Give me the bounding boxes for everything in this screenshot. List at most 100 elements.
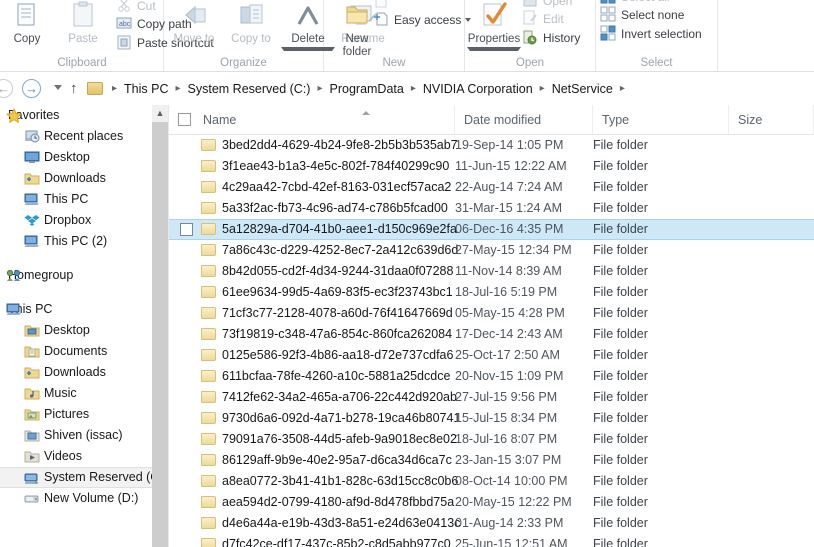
- cell-type: File folder: [593, 180, 648, 194]
- navigation-pane-scrollbar[interactable]: ▲: [152, 105, 168, 547]
- cell-name: 5a12829a-d704-41b0-aee1-d150c969e2fa: [222, 222, 457, 236]
- column-header-date-modified[interactable]: Date modified: [455, 105, 593, 134]
- breadcrumb-item-this-pc[interactable]: This PC: [122, 82, 170, 96]
- copy-to-button[interactable]: Copy to: [224, 1, 278, 46]
- cell-date-modified: 06-Dec-16 4:35 PM: [455, 222, 564, 236]
- sidebar-item-pictures[interactable]: Pictures: [0, 404, 152, 425]
- sidebar-item-videos[interactable]: Videos: [0, 446, 152, 467]
- breadcrumb-separator[interactable]: ▸: [170, 83, 185, 94]
- table-row[interactable]: 73f19819-c348-47a6-854c-860fca262084 17-D…: [169, 324, 814, 345]
- breadcrumb-item-netservice[interactable]: NetService: [550, 82, 615, 96]
- up-button[interactable]: ↑: [70, 81, 78, 96]
- scroll-up-arrow-icon[interactable]: ▲: [152, 105, 168, 122]
- sidebar-item-label: Downloads: [44, 171, 106, 185]
- breadcrumb-separator[interactable]: ▸: [312, 83, 327, 94]
- sidebar-item-system-reserved-c[interactable]: System Reserved (C:): [0, 467, 152, 488]
- breadcrumb-separator[interactable]: ▸: [535, 83, 550, 94]
- breadcrumb-item-nvidia-corporation[interactable]: NVIDIA Corporation: [421, 82, 535, 96]
- table-row[interactable]: 611bcfaa-78fe-4260-a10c-5881a25dcdce 20-N…: [169, 366, 814, 387]
- breadcrumb-item-programdata[interactable]: ProgramData: [328, 82, 406, 96]
- table-row[interactable]: 4c29aa42-7cbd-42ef-8163-031ecf57aca2 22-A…: [169, 177, 814, 198]
- table-row[interactable]: 3bed2dd4-4629-4b24-9fe8-2b5b3b535ab7 19-S…: [169, 135, 814, 156]
- cell-name: 3f1eae43-b1a3-4e5c-802f-784f40299c90: [222, 159, 450, 173]
- sidebar-item-shiven-issac[interactable]: Shiven (issac): [0, 425, 152, 446]
- invert-selection-button[interactable]: Invert selection: [600, 24, 702, 44]
- move-to-button[interactable]: Move to: [167, 1, 221, 46]
- folder-icon: [201, 307, 216, 319]
- properties-label: Properties: [467, 33, 521, 45]
- table-row[interactable]: 61ee9634-99d5-4a69-83f5-ec3f23743bc1 18-J…: [169, 282, 814, 303]
- properties-caret-icon[interactable]: [467, 47, 521, 51]
- cell-name: d4e6a44a-e19b-43d3-8a51-e24d63e0413c: [222, 516, 461, 530]
- breadcrumb[interactable]: ▸ This PC ▸ System Reserved (C:) ▸ Progr…: [86, 76, 806, 101]
- paste-label: Paste: [68, 33, 98, 45]
- select-none-button[interactable]: Select none: [600, 5, 684, 25]
- sidebar-item-label: Downloads: [44, 365, 106, 379]
- properties-button[interactable]: Properties: [467, 1, 521, 51]
- table-row[interactable]: 5a33f2ac-fb73-4c96-ad74-c786b5fcad00 31-M…: [169, 198, 814, 219]
- back-button[interactable]: ←: [0, 79, 13, 98]
- copy-to-icon: [224, 1, 278, 31]
- paste-button[interactable]: Paste: [56, 1, 110, 46]
- breadcrumb-separator[interactable]: ▸: [406, 83, 421, 94]
- nav-section-homegroup[interactable]: Homegroup: [0, 265, 152, 286]
- sidebar-item-desktop[interactable]: Desktop: [0, 320, 152, 341]
- history-button[interactable]: History: [522, 28, 580, 48]
- column-header-type-label: Type: [602, 113, 630, 127]
- table-row[interactable]: 5a12829a-d704-41b0-aee1-d150c969e2fa 06-D…: [169, 219, 814, 240]
- table-row[interactable]: d7fc42ce-df17-437c-85b2-c8d5abb977c0 25-J…: [169, 534, 814, 547]
- table-row[interactable]: aea594d2-0799-4180-af9d-8d478fbbd75a 20-M…: [169, 492, 814, 513]
- table-row[interactable]: 79091a76-3508-44d5-afeb-9a9018ec8e02 18-J…: [169, 429, 814, 450]
- row-checkbox[interactable]: [180, 223, 193, 236]
- sidebar-item-desktop[interactable]: Desktop: [0, 147, 152, 168]
- nav-section-favorites[interactable]: Favorites: [0, 105, 152, 126]
- recent-locations-chevron-down-icon[interactable]: [54, 85, 62, 90]
- folder-icon: [201, 265, 216, 277]
- sidebar-item-recent-places[interactable]: Recent places: [0, 126, 152, 147]
- scrollbar-thumb[interactable]: [152, 122, 168, 547]
- table-row[interactable]: 7a86c43c-d229-4252-8ec7-2a412c639d6d 27-M…: [169, 240, 814, 261]
- cell-date-modified: 11-Nov-14 8:39 AM: [455, 264, 562, 278]
- table-row[interactable]: 86129aff-9b9e-40e2-95a7-d6ca34d6ca7c 23-J…: [169, 450, 814, 471]
- breadcrumb-separator[interactable]: ▸: [615, 83, 630, 94]
- table-row[interactable]: 7412fe62-34a2-465a-a706-22c442d920ab 27-J…: [169, 387, 814, 408]
- select-none-icon: [600, 6, 616, 22]
- sidebar-item-this-pc[interactable]: This PC: [0, 189, 152, 210]
- ribbon-group-open: Properties Open Edit History Open: [465, 0, 596, 71]
- sidebar-item-new-volume-d[interactable]: New Volume (D:): [0, 488, 152, 509]
- cell-date-modified: 19-Sep-14 1:05 PM: [455, 138, 564, 152]
- table-row[interactable]: 3f1eae43-b1a3-4e5c-802f-784f40299c90 11-J…: [169, 156, 814, 177]
- table-row[interactable]: a8ea0772-3b41-41b1-828c-63d15cc8c0b6 08-O…: [169, 471, 814, 492]
- folder-icon: [201, 349, 216, 361]
- sidebar-item-music[interactable]: Music: [0, 383, 152, 404]
- file-list-pane: Name Date modified Type Size 3bed2dd4-46…: [169, 105, 814, 547]
- sidebar-item-downloads[interactable]: Downloads: [0, 168, 152, 189]
- table-row[interactable]: 8b42d055-cd2f-4d34-9244-31daa0f07288 11-N…: [169, 261, 814, 282]
- desktop-icon: [24, 150, 40, 165]
- table-row[interactable]: 0125e586-92f3-4b86-aa18-d72e737cdfa6 25-O…: [169, 345, 814, 366]
- table-row[interactable]: 71cf3c77-2128-4078-a60d-76f41647669d 05-M…: [169, 303, 814, 324]
- column-header-type[interactable]: Type: [593, 105, 729, 134]
- edit-button[interactable]: Edit: [522, 9, 564, 29]
- cell-type: File folder: [593, 369, 648, 383]
- column-header-size[interactable]: Size: [729, 105, 814, 134]
- sidebar-item-documents[interactable]: Documents: [0, 341, 152, 362]
- sidebar-item-dropbox[interactable]: Dropbox: [0, 210, 152, 231]
- cell-date-modified: 25-Oct-17 2:50 AM: [455, 348, 560, 362]
- forward-button[interactable]: →: [22, 79, 41, 98]
- table-row[interactable]: 9730d6a6-092d-4a71-b278-19ca46b80741 15-J…: [169, 408, 814, 429]
- nav-section-this-pc[interactable]: This PC: [0, 299, 152, 320]
- folder-icon: [201, 391, 216, 403]
- sidebar-item-this-pc-2[interactable]: This PC (2): [0, 231, 152, 252]
- easy-access-button[interactable]: Easy access: [373, 10, 472, 30]
- column-headers: Name Date modified Type Size: [169, 105, 814, 135]
- cell-type: File folder: [593, 138, 648, 152]
- column-header-name[interactable]: Name: [169, 105, 455, 134]
- sidebar-item-downloads[interactable]: Downloads: [0, 362, 152, 383]
- breadcrumb-item-system-reserved[interactable]: System Reserved (C:): [186, 82, 313, 96]
- table-row[interactable]: d4e6a44a-e19b-43d3-8a51-e24d63e0413c 01-A…: [169, 513, 814, 534]
- cell-type: File folder: [593, 432, 648, 446]
- folder-icon: [201, 538, 216, 547]
- folder-icon: [201, 370, 216, 382]
- copy-button[interactable]: Copy: [0, 1, 54, 46]
